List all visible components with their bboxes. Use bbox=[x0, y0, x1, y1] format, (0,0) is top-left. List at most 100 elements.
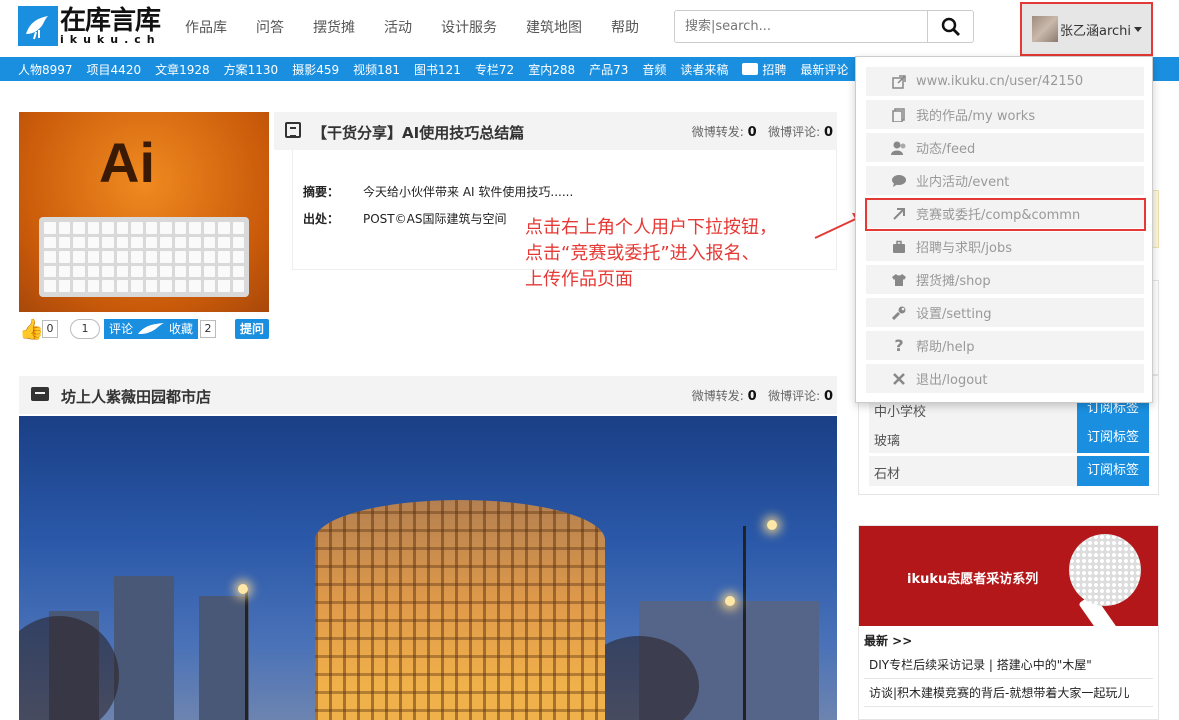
keyboard-key bbox=[44, 236, 56, 249]
search-box bbox=[674, 10, 974, 43]
news-item[interactable]: 访谈|积木建模竞赛的背后-就想带着大家一起玩儿 bbox=[869, 684, 1129, 701]
menu-item-label: 帮助/help bbox=[916, 340, 975, 355]
keyboard-key bbox=[73, 251, 85, 263]
stat-latest-comments[interactable]: 最新评论 bbox=[800, 61, 848, 78]
menu-item-jobs[interactable]: 招聘与求职/jobs bbox=[866, 232, 1144, 261]
keyboard-key bbox=[218, 265, 230, 278]
keyboard-key bbox=[44, 280, 56, 292]
keyboard-key bbox=[116, 280, 128, 292]
keyboard-key bbox=[174, 236, 186, 249]
subscribe-tag-button[interactable]: 订阅标签 bbox=[1077, 456, 1149, 486]
keyboard-key bbox=[58, 265, 70, 278]
like-count: 0 bbox=[42, 320, 58, 338]
menu-item-my-works[interactable]: 我的作品/my works bbox=[866, 100, 1144, 129]
keyboard-key bbox=[131, 251, 143, 263]
stat-audio[interactable]: 音频 bbox=[642, 61, 666, 78]
latest-news-heading[interactable]: 最新 >> bbox=[864, 632, 912, 649]
keyboard-key bbox=[203, 236, 215, 249]
menu-item-feed[interactable]: 动态/feed bbox=[866, 133, 1144, 162]
post-actions: 👍 0 1 评论 收藏 2 提问 bbox=[19, 316, 270, 342]
menu-item-label: 设置/setting bbox=[916, 307, 992, 322]
keyboard-key bbox=[218, 251, 230, 263]
menu-item-logout[interactable]: 退出/logout bbox=[866, 364, 1144, 393]
stat-books[interactable]: 图书121 bbox=[414, 61, 461, 78]
collect-count: 2 bbox=[200, 320, 217, 338]
question-icon: ? bbox=[894, 335, 904, 355]
nav-architecture-map[interactable]: 建筑地图 bbox=[526, 17, 582, 37]
keyboard-key bbox=[218, 280, 230, 292]
keyboard-key bbox=[160, 236, 172, 249]
comment-collect-button[interactable]: 评论 收藏 bbox=[104, 319, 199, 339]
menu-item-help[interactable]: ? 帮助/help bbox=[866, 331, 1144, 360]
tag-name[interactable]: 中小学校 bbox=[874, 401, 926, 420]
stat-interior[interactable]: 室内288 bbox=[528, 61, 575, 78]
briefcase-icon bbox=[742, 62, 759, 75]
keyboard-key bbox=[174, 222, 186, 234]
nav-works[interactable]: 作品库 bbox=[185, 17, 227, 37]
photo-lamp bbox=[767, 520, 777, 530]
weibo-share-label: 微博转发: bbox=[691, 125, 744, 139]
keyboard-key bbox=[232, 236, 244, 249]
search-input[interactable] bbox=[675, 11, 927, 42]
nav-design-service[interactable]: 设计服务 bbox=[441, 17, 497, 37]
keyboard-key bbox=[145, 280, 157, 292]
post-thumbnail-ai[interactable]: Ai bbox=[19, 112, 269, 312]
source-text: POST©AS国际建筑与空间 bbox=[363, 212, 507, 226]
external-link-icon bbox=[891, 74, 907, 90]
menu-item-label: 动态/feed bbox=[916, 142, 976, 157]
ask-question-button[interactable]: 提问 bbox=[235, 319, 270, 339]
keyboard-key bbox=[189, 222, 201, 234]
summary-label: 摘要： bbox=[303, 185, 340, 199]
stat-products[interactable]: 产品73 bbox=[589, 61, 628, 78]
stat-schemes[interactable]: 方案1130 bbox=[224, 61, 279, 78]
tag-name[interactable]: 玻璃 bbox=[874, 430, 900, 449]
post-title[interactable]: 【干货分享】AI使用技巧总结篇 bbox=[312, 122, 524, 143]
close-icon bbox=[891, 371, 907, 387]
stat-projects[interactable]: 项目4420 bbox=[87, 61, 142, 78]
stat-columns[interactable]: 专栏72 bbox=[475, 61, 514, 78]
keyboard-key bbox=[87, 236, 99, 249]
keyboard-key bbox=[189, 280, 201, 292]
promo-banner[interactable]: ikuku志愿者采访系列 bbox=[859, 526, 1158, 626]
stat-photography[interactable]: 摄影459 bbox=[292, 61, 339, 78]
stat-jobs[interactable]: 招聘 bbox=[742, 61, 786, 78]
thumbs-up-icon[interactable]: 👍 bbox=[19, 318, 44, 340]
menu-item-profile-url[interactable]: www.ikuku.cn/user/42150 bbox=[866, 67, 1144, 96]
menu-item-settings[interactable]: 设置/setting bbox=[866, 298, 1144, 327]
keyboard-key bbox=[87, 222, 99, 234]
search-button[interactable] bbox=[927, 11, 973, 42]
user-menu-button[interactable]: 张乙涵archi bbox=[1020, 2, 1153, 56]
post2-photo[interactable] bbox=[19, 416, 837, 720]
keyboard-key bbox=[145, 265, 157, 278]
main-nav: 作品库 问答 摆货摊 活动 设计服务 建筑地图 帮助 bbox=[185, 17, 668, 37]
keyboard-key bbox=[116, 222, 128, 234]
bird-logo-icon bbox=[18, 6, 58, 46]
nav-events[interactable]: 活动 bbox=[384, 17, 412, 37]
keyboard-key bbox=[232, 251, 244, 263]
stat-people[interactable]: 人物8997 bbox=[18, 61, 73, 78]
menu-item-shop[interactable]: 摆货摊/shop bbox=[866, 265, 1144, 294]
stat-videos[interactable]: 视频181 bbox=[353, 61, 400, 78]
nav-help[interactable]: 帮助 bbox=[611, 17, 639, 37]
menu-item-label: 我的作品/my works bbox=[916, 109, 1036, 124]
keyboard-key bbox=[203, 280, 215, 292]
stat-reader-submissions[interactable]: 读者来稿 bbox=[680, 61, 728, 78]
keyboard-key bbox=[116, 236, 128, 249]
nav-qa[interactable]: 问答 bbox=[256, 17, 284, 37]
nav-shop[interactable]: 摆货摊 bbox=[313, 17, 355, 37]
post2-title[interactable]: 坊上人紫薇田园都市店 bbox=[61, 386, 211, 407]
weibo-comment-label-2: 微博评论: bbox=[768, 389, 821, 403]
avatar bbox=[1032, 16, 1058, 42]
keyboard-key bbox=[145, 236, 157, 249]
subscribe-tag-button[interactable]: 订阅标签 bbox=[1077, 423, 1149, 453]
menu-item-event[interactable]: 业内活动/event bbox=[866, 166, 1144, 195]
keyboard-key bbox=[58, 251, 70, 263]
promo-title: ikuku志愿者采访系列 bbox=[907, 572, 1039, 587]
keyboard-key bbox=[73, 280, 85, 292]
stat-articles[interactable]: 文章1928 bbox=[155, 61, 210, 78]
annotation-text: 点击右上角个人用户下拉按钮， 点击“竞赛或委托”进入报名、 上传作品页面 bbox=[525, 215, 777, 293]
keyboard-key bbox=[189, 265, 201, 278]
site-logo[interactable]: 在库言库 ikuku.ch bbox=[18, 5, 168, 47]
tag-name[interactable]: 石材 bbox=[874, 463, 900, 482]
news-item[interactable]: DIY专栏后续采访记录 | 搭建心中的"木屋" bbox=[869, 656, 1092, 673]
